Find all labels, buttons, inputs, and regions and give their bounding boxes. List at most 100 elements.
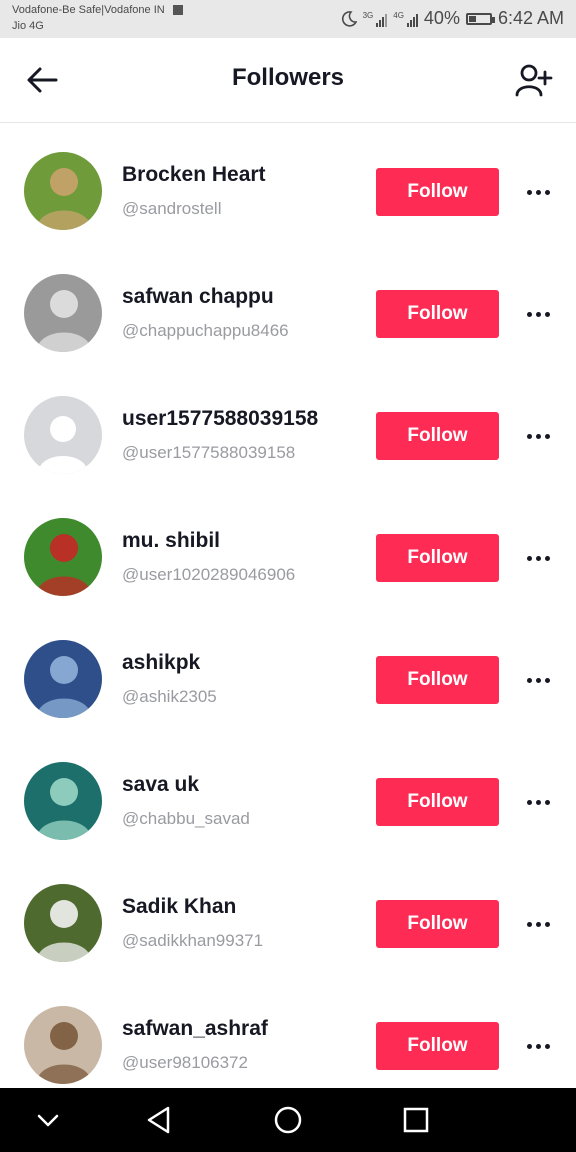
home-circle-icon[interactable] [270, 1102, 306, 1138]
profile-photo [24, 518, 102, 596]
clock: 6:42 AM [497, 8, 564, 28]
dot [535, 433, 541, 439]
follower-name[interactable]: Sadik Khan [122, 895, 236, 919]
back-triangle-icon[interactable] [141, 1102, 177, 1138]
profile-photo [24, 884, 102, 962]
carrier-line2: Jio 4G [12, 20, 44, 32]
avatar[interactable] [24, 518, 102, 596]
follower-name[interactable]: user1577588039158 [122, 407, 318, 431]
follower-name[interactable]: safwan chappu [122, 285, 274, 309]
avatar[interactable] [24, 152, 102, 230]
dot [544, 799, 550, 805]
follow-button[interactable]: Follow [376, 656, 499, 704]
follower-name[interactable]: sava uk [122, 773, 199, 797]
dot [535, 311, 541, 317]
follow-button[interactable]: Follow [376, 290, 499, 338]
follower-handle: @chappuchappu8466 [122, 321, 289, 340]
follower-handle: @ashik2305 [122, 687, 217, 706]
avatar[interactable] [24, 1006, 102, 1084]
dot [526, 555, 532, 561]
follower-row[interactable]: mu. shibil @user1020289046906 Follow [0, 496, 576, 618]
follower-handle: @user1577588039158 [122, 443, 296, 462]
follower-row[interactable]: ashikpk @ashik2305 Follow [0, 618, 576, 740]
battery-level [468, 15, 476, 22]
follower-name[interactable]: Brocken Heart [122, 163, 266, 187]
carrier-line1: Vodafone-Be Safe|Vodafone IN [12, 4, 165, 16]
dot [535, 189, 541, 195]
profile-photo [24, 1006, 102, 1084]
follower-name[interactable]: safwan_ashraf [122, 1017, 268, 1041]
avatar[interactable] [24, 396, 102, 474]
followers-list: Brocken Heart @sandrostell Follow safwan ch… [0, 130, 576, 1106]
follower-row[interactable]: Sadik Khan @sadikkhan99371 Follow [0, 862, 576, 984]
dot [526, 433, 532, 439]
dot [526, 921, 532, 927]
dot [526, 1043, 532, 1049]
more-options-icon[interactable] [520, 1032, 556, 1060]
profile-photo [24, 762, 102, 840]
dot [544, 677, 550, 683]
notification-icon [172, 5, 183, 16]
follower-name[interactable]: mu. shibil [122, 529, 220, 553]
avatar[interactable] [24, 274, 102, 352]
dot [544, 433, 550, 439]
status-bar: Vodafone-Be Safe|Vodafone IN Jio 4G 3G 4… [0, 0, 576, 38]
page-title: Followers [231, 64, 345, 91]
dot [535, 677, 541, 683]
follow-button[interactable]: Follow [376, 534, 499, 582]
follower-row[interactable]: sava uk @chabbu_savad Follow [0, 740, 576, 862]
more-options-icon[interactable] [520, 544, 556, 572]
default-avatar-icon [24, 396, 102, 474]
battery-percent: 40% [423, 8, 460, 28]
do-not-disturb-moon-icon [341, 10, 357, 27]
dot [544, 189, 550, 195]
dot [526, 799, 532, 805]
follower-handle: @sandrostell [122, 199, 222, 218]
avatar[interactable] [24, 640, 102, 718]
profile-photo [24, 274, 102, 352]
follower-row[interactable]: Brocken Heart @sandrostell Follow [0, 130, 576, 252]
profile-photo [24, 152, 102, 230]
follow-button[interactable]: Follow [376, 778, 499, 826]
dot [535, 921, 541, 927]
signal-3g-icon: 3G [363, 11, 388, 27]
dot [544, 311, 550, 317]
dot [526, 189, 532, 195]
follower-name[interactable]: ashikpk [122, 651, 200, 675]
header: Followers [0, 38, 576, 123]
more-options-icon[interactable] [520, 300, 556, 328]
follower-row[interactable]: user1577588039158 @user1577588039158 Follo… [0, 374, 576, 496]
follower-handle: @sadikkhan99371 [122, 931, 264, 950]
more-options-icon[interactable] [520, 910, 556, 938]
dot [535, 555, 541, 561]
follow-button[interactable]: Follow [376, 412, 499, 460]
follow-button[interactable]: Follow [376, 900, 499, 948]
system-nav-bar [0, 1088, 576, 1152]
follower-row[interactable]: safwan chappu @chappuchappu8466 Follow [0, 252, 576, 374]
follow-button[interactable]: Follow [376, 168, 499, 216]
profile-photo [24, 640, 102, 718]
signal-4g-icon: 4G [393, 11, 418, 27]
chevron-down-icon[interactable] [30, 1102, 66, 1138]
avatar[interactable] [24, 884, 102, 962]
carrier-info: Vodafone-Be Safe|Vodafone IN Jio 4G [12, 2, 183, 34]
net-label-2: 4G [393, 10, 404, 20]
follower-handle: @user1020289046906 [122, 565, 296, 584]
dot [544, 921, 550, 927]
dot [526, 677, 532, 683]
recents-square-icon[interactable] [398, 1102, 434, 1138]
follower-handle: @chabbu_savad [122, 809, 250, 828]
net-label-1: 3G [362, 10, 374, 20]
add-user-icon[interactable] [514, 60, 554, 100]
dot [535, 799, 541, 805]
follow-button[interactable]: Follow [376, 1022, 499, 1070]
more-options-icon[interactable] [520, 788, 556, 816]
more-options-icon[interactable] [520, 422, 556, 450]
dot [535, 1043, 541, 1049]
dot [544, 555, 550, 561]
more-options-icon[interactable] [520, 178, 556, 206]
follower-handle: @user98106372 [122, 1053, 248, 1072]
dot [526, 311, 532, 317]
avatar[interactable] [24, 762, 102, 840]
more-options-icon[interactable] [520, 666, 556, 694]
